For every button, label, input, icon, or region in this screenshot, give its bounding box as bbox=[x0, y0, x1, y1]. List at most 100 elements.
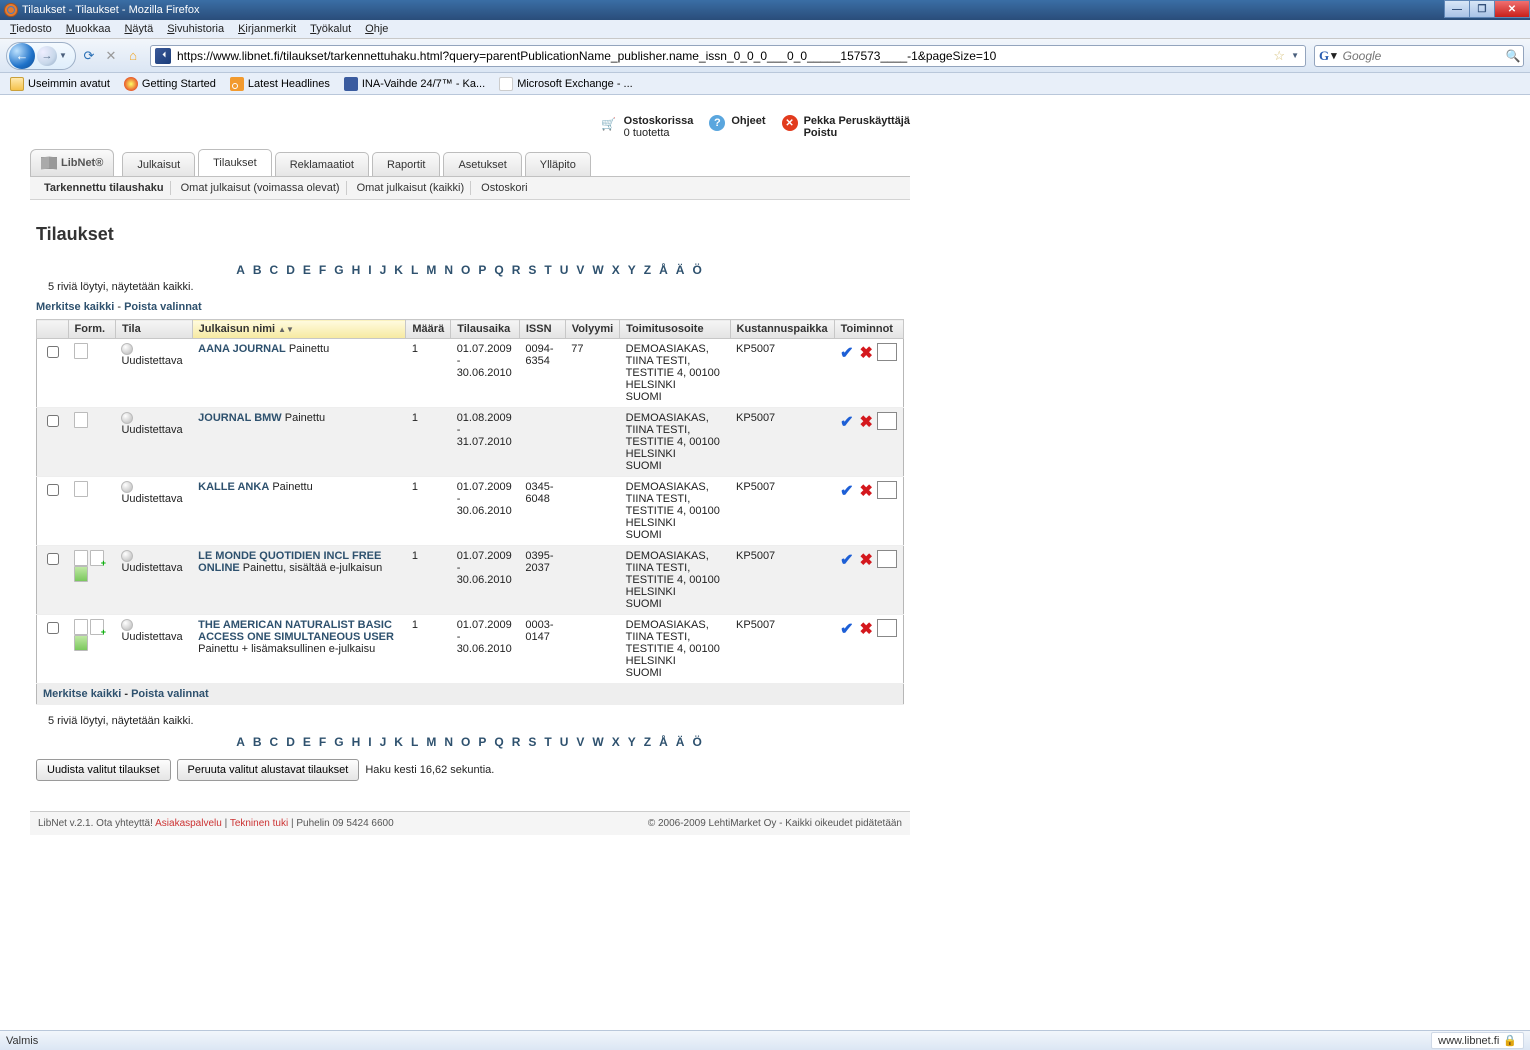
alpha-letter[interactable]: W bbox=[589, 263, 608, 277]
alpha-letter[interactable]: I bbox=[365, 735, 376, 749]
alpha-letter[interactable]: M bbox=[423, 263, 441, 277]
app-logo[interactable]: LibNet® bbox=[30, 149, 114, 176]
bookmark-item[interactable]: INA-Vaihde 24/7™ - Ka... bbox=[340, 76, 489, 92]
user-logout[interactable]: Pekka PeruskäyttäjäPoistu bbox=[782, 115, 910, 139]
menu-bookmarks[interactable]: Kirjanmerkit bbox=[232, 22, 302, 36]
tab-reklamaatiot[interactable]: Reklamaatiot bbox=[275, 152, 369, 176]
footer-tekninentuki[interactable]: Tekninen tuki bbox=[230, 818, 288, 829]
approve-icon[interactable]: ✔ bbox=[840, 481, 853, 501]
alpha-letter[interactable]: B bbox=[250, 735, 267, 749]
alpha-letter[interactable]: F bbox=[316, 263, 331, 277]
alpha-letter[interactable]: Å bbox=[656, 263, 673, 277]
publication-link[interactable]: JOURNAL BMW bbox=[198, 412, 282, 424]
alpha-letter[interactable]: G bbox=[331, 263, 348, 277]
alpha-letter[interactable]: J bbox=[377, 735, 392, 749]
alpha-letter[interactable]: O bbox=[458, 735, 475, 749]
reject-icon[interactable]: ✖ bbox=[860, 481, 873, 501]
menu-history[interactable]: Sivuhistoria bbox=[161, 22, 230, 36]
approve-icon[interactable]: ✔ bbox=[840, 343, 853, 363]
home-button[interactable]: ⌂ bbox=[124, 47, 142, 65]
publication-link[interactable]: AANA JOURNAL bbox=[198, 343, 286, 355]
col-tilausaika[interactable]: Tilausaika bbox=[451, 320, 520, 339]
cart-link[interactable]: Ostoskorissa0 tuotetta bbox=[600, 115, 694, 139]
reject-icon[interactable]: ✖ bbox=[860, 550, 873, 570]
menu-help[interactable]: Ohje bbox=[359, 22, 394, 36]
bookmark-star-icon[interactable]: ☆ bbox=[1273, 48, 1285, 64]
alpha-letter[interactable]: S bbox=[525, 263, 541, 277]
back-button[interactable]: ← bbox=[9, 43, 35, 69]
row-checkbox[interactable] bbox=[47, 415, 59, 427]
subnav-kaikki[interactable]: Omat julkaisut (kaikki) bbox=[351, 181, 472, 195]
alpha-letter[interactable]: Y bbox=[625, 263, 641, 277]
col-toimitus[interactable]: Toimitusosoite bbox=[620, 320, 730, 339]
col-volyymi[interactable]: Volyymi bbox=[565, 320, 619, 339]
row-checkbox[interactable] bbox=[47, 622, 59, 634]
alpha-letter[interactable]: U bbox=[557, 735, 574, 749]
col-maara[interactable]: Määrä bbox=[406, 320, 451, 339]
alpha-letter[interactable]: J bbox=[377, 263, 392, 277]
url-bar[interactable]: ☆ ▼ bbox=[150, 45, 1306, 67]
search-bar[interactable]: G▾ 🔍 bbox=[1314, 45, 1524, 67]
cancel-button[interactable]: Peruuta valitut alustavat tilaukset bbox=[177, 759, 360, 781]
reject-icon[interactable]: ✖ bbox=[860, 619, 873, 639]
alpha-letter[interactable]: L bbox=[408, 735, 423, 749]
bookmark-item[interactable]: Getting Started bbox=[120, 76, 220, 92]
clear-selection-top[interactable]: Poista valinnat bbox=[124, 301, 202, 313]
subnav-ostoskori[interactable]: Ostoskori bbox=[475, 181, 533, 195]
alpha-letter[interactable]: U bbox=[557, 263, 574, 277]
alpha-letter[interactable]: A bbox=[233, 263, 250, 277]
alpha-letter[interactable]: Z bbox=[641, 735, 656, 749]
alpha-letter[interactable]: D bbox=[283, 263, 300, 277]
alpha-letter[interactable]: Y bbox=[625, 735, 641, 749]
minimize-button[interactable]: — bbox=[1444, 0, 1470, 18]
publication-link[interactable]: THE AMERICAN NATURALIST BASIC ACCESS ONE… bbox=[198, 619, 394, 643]
alpha-letter[interactable]: X bbox=[609, 263, 625, 277]
copy-icon[interactable] bbox=[879, 552, 897, 568]
alpha-letter[interactable]: V bbox=[573, 263, 589, 277]
alpha-letter[interactable]: M bbox=[423, 735, 441, 749]
alpha-letter[interactable]: R bbox=[509, 735, 526, 749]
alpha-letter[interactable]: A bbox=[233, 735, 250, 749]
history-dropdown[interactable]: ▼ bbox=[59, 51, 69, 60]
copy-icon[interactable] bbox=[879, 621, 897, 637]
alpha-letter[interactable]: C bbox=[267, 735, 284, 749]
col-issn[interactable]: ISSN bbox=[519, 320, 565, 339]
col-julkaisu[interactable]: Julkaisun nimi▲▼ bbox=[192, 320, 406, 339]
menu-file[interactable]: Tiedosto bbox=[4, 22, 58, 36]
alpha-letter[interactable]: I bbox=[365, 263, 376, 277]
row-checkbox[interactable] bbox=[47, 346, 59, 358]
alpha-letter[interactable]: D bbox=[283, 735, 300, 749]
alpha-letter[interactable]: Ä bbox=[673, 735, 690, 749]
tab-tilaukset[interactable]: Tilaukset bbox=[198, 149, 272, 176]
alpha-letter[interactable]: G bbox=[331, 735, 348, 749]
clear-selection-bottom[interactable]: Poista valinnat bbox=[131, 688, 209, 700]
alpha-letter[interactable]: B bbox=[250, 263, 267, 277]
menu-edit[interactable]: Muokkaa bbox=[60, 22, 117, 36]
menu-view[interactable]: Näytä bbox=[118, 22, 159, 36]
approve-icon[interactable]: ✔ bbox=[840, 619, 853, 639]
col-kustannuspaikka[interactable]: Kustannuspaikka bbox=[730, 320, 834, 339]
col-tila[interactable]: Tila bbox=[115, 320, 192, 339]
alpha-letter[interactable]: N bbox=[441, 263, 458, 277]
maximize-button[interactable]: ❐ bbox=[1469, 0, 1495, 18]
alpha-letter[interactable]: Q bbox=[491, 735, 508, 749]
menu-tools[interactable]: Työkalut bbox=[304, 22, 357, 36]
bookmark-item[interactable]: Microsoft Exchange - ... bbox=[495, 76, 637, 92]
publication-link[interactable]: KALLE ANKA bbox=[198, 481, 269, 493]
alpha-letter[interactable]: Ö bbox=[689, 263, 706, 277]
tab-yllapito[interactable]: Ylläpito bbox=[525, 152, 591, 176]
alpha-letter[interactable]: L bbox=[408, 263, 423, 277]
tab-asetukset[interactable]: Asetukset bbox=[443, 152, 521, 176]
alpha-letter[interactable]: Ö bbox=[689, 735, 706, 749]
alpha-letter[interactable]: F bbox=[316, 735, 331, 749]
approve-icon[interactable]: ✔ bbox=[840, 550, 853, 570]
alpha-letter[interactable]: W bbox=[589, 735, 608, 749]
stop-button[interactable]: ✕ bbox=[102, 47, 120, 65]
select-all-top[interactable]: Merkitse kaikki bbox=[36, 301, 114, 313]
alpha-letter[interactable]: N bbox=[441, 735, 458, 749]
alpha-letter[interactable]: C bbox=[267, 263, 284, 277]
alpha-letter[interactable]: S bbox=[525, 735, 541, 749]
col-toiminnot[interactable]: Toiminnot bbox=[834, 320, 903, 339]
url-input[interactable] bbox=[175, 48, 1269, 64]
row-checkbox[interactable] bbox=[47, 484, 59, 496]
